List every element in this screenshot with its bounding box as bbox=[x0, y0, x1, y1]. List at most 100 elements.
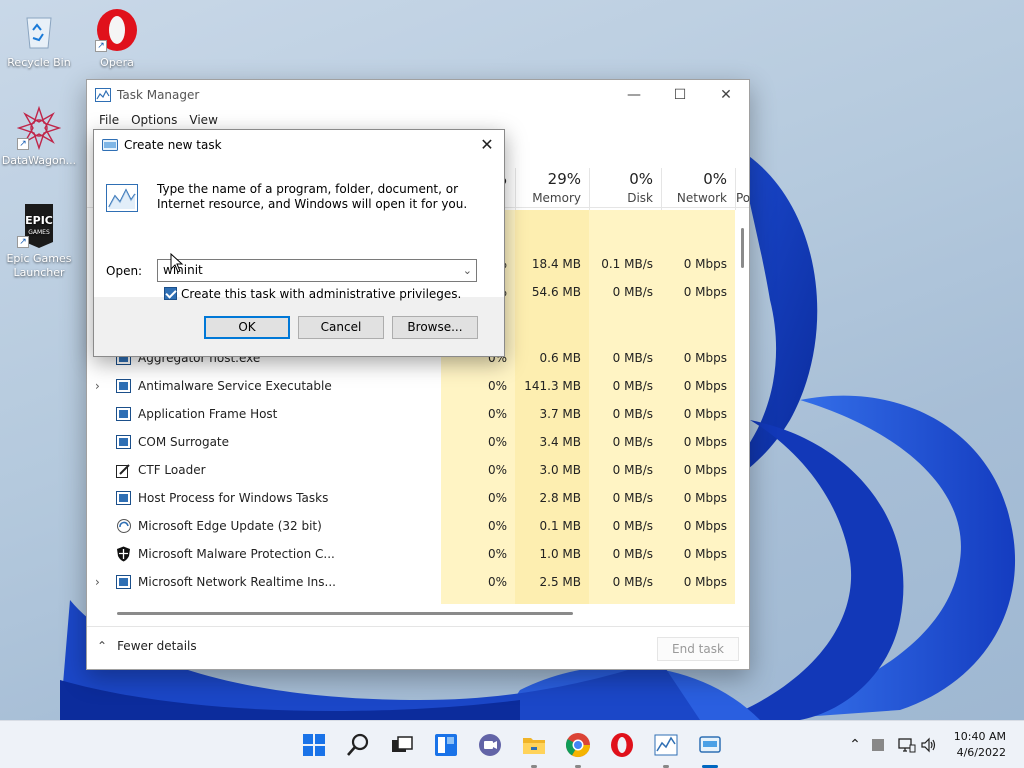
table-row[interactable]: Microsoft Malware Protection C... 0% 1.0… bbox=[87, 540, 735, 568]
task-manager-footer: ⌃ Fewer details End task bbox=[87, 626, 749, 671]
process-name: Host Process for Windows Tasks bbox=[138, 491, 329, 505]
chevron-up-icon: ⌃ bbox=[97, 639, 108, 653]
mouse-cursor-icon bbox=[170, 253, 184, 273]
opera-icon[interactable] bbox=[608, 731, 636, 759]
desktop-icon-label: Recycle Bin bbox=[7, 56, 71, 69]
file-explorer-icon[interactable] bbox=[520, 731, 548, 759]
menu-file[interactable]: File bbox=[93, 110, 125, 130]
process-name: Microsoft Malware Protection C... bbox=[138, 547, 335, 561]
ok-button[interactable]: OK bbox=[204, 316, 290, 339]
desktop-icon-recycle-bin[interactable]: Recycle Bin bbox=[0, 8, 78, 70]
close-button[interactable]: ✕ bbox=[703, 80, 749, 110]
system-tray: ⌃ bbox=[846, 721, 938, 768]
process-name: Microsoft Edge Update (32 bit) bbox=[138, 519, 322, 533]
disk-label: Disk bbox=[627, 191, 653, 205]
table-row[interactable]: › Microsoft Network Realtime Ins... 0% 2… bbox=[87, 568, 735, 596]
network-icon[interactable] bbox=[898, 737, 916, 753]
desktop-icon-label: Epic Games Launcher bbox=[6, 252, 72, 279]
table-row[interactable]: Application Frame Host 0% 3.7 MB 0 MB/s … bbox=[87, 400, 735, 428]
admin-privileges-checkbox[interactable] bbox=[164, 287, 177, 300]
opera-icon: ↗ bbox=[95, 8, 139, 52]
datawagon-icon: ↗ bbox=[16, 105, 62, 151]
taskbar: ⌃ 10:40 AM 4/6/2022 bbox=[0, 720, 1024, 768]
process-icon bbox=[116, 407, 131, 421]
dialog-body: Type the name of a program, folder, docu… bbox=[94, 160, 504, 301]
clock-date: 4/6/2022 bbox=[956, 746, 1006, 759]
desktop-icon-epic-games[interactable]: EPIC GAMES ↗ Epic Games Launcher bbox=[0, 204, 78, 280]
process-name: Application Frame Host bbox=[138, 407, 278, 421]
dialog-titlebar[interactable]: Create new task bbox=[94, 130, 504, 160]
vertical-scrollbar[interactable] bbox=[737, 168, 749, 604]
desktop-icon-opera[interactable]: ↗ Opera bbox=[78, 8, 156, 70]
disk-percent: 0% bbox=[629, 170, 653, 188]
task-view-icon[interactable] bbox=[388, 731, 416, 759]
table-row[interactable]: Host Process for Windows Tasks 0% 2.8 MB… bbox=[87, 484, 735, 512]
open-label: Open: bbox=[106, 264, 143, 278]
task-manager-icon[interactable] bbox=[652, 731, 680, 759]
process-name: COM Surrogate bbox=[138, 435, 230, 449]
process-name: CTF Loader bbox=[138, 463, 206, 477]
dialog-close-button[interactable]: ✕ bbox=[476, 134, 498, 156]
process-icon bbox=[116, 379, 131, 393]
fewer-details-button[interactable]: ⌃ Fewer details bbox=[97, 639, 197, 653]
process-icon bbox=[116, 491, 131, 505]
admin-privileges-label[interactable]: Create this task with administrative pri… bbox=[181, 287, 461, 301]
process-icon bbox=[116, 435, 131, 449]
network-label: Network bbox=[676, 191, 727, 205]
minimize-button[interactable]: — bbox=[611, 80, 657, 110]
shortcut-arrow-icon: ↗ bbox=[95, 40, 107, 52]
recycle-bin-icon bbox=[17, 8, 61, 52]
column-header-memory[interactable]: 29% Memory bbox=[515, 168, 589, 210]
fewer-details-label: Fewer details bbox=[117, 639, 197, 653]
task-manager-icon bbox=[95, 88, 111, 102]
menu-view[interactable]: View bbox=[183, 110, 223, 130]
menu-options[interactable]: Options bbox=[125, 110, 183, 130]
window-title: Task Manager bbox=[117, 88, 200, 102]
search-icon[interactable] bbox=[344, 731, 372, 759]
memory-label: Memory bbox=[532, 191, 581, 205]
chat-icon[interactable] bbox=[476, 731, 504, 759]
svg-text:EPIC: EPIC bbox=[25, 214, 53, 227]
process-name: Microsoft Network Realtime Ins... bbox=[138, 575, 336, 589]
epic-games-icon: EPIC GAMES ↗ bbox=[17, 204, 61, 248]
clock[interactable]: 10:40 AM 4/6/2022 bbox=[954, 729, 1006, 761]
tray-app-icon[interactable] bbox=[872, 739, 884, 751]
clock-time: 10:40 AM bbox=[953, 730, 1006, 743]
memory-percent: 29% bbox=[547, 170, 581, 188]
table-row[interactable]: › Antimalware Service Executable 0% 141.… bbox=[87, 372, 735, 400]
start-icon[interactable] bbox=[300, 731, 328, 759]
desktop-icon-label: DataWagon... bbox=[1, 154, 77, 167]
dialog-title: Create new task bbox=[124, 138, 222, 152]
open-combobox[interactable]: wininit ⌄ bbox=[157, 259, 477, 282]
widgets-icon[interactable] bbox=[432, 731, 460, 759]
chevron-up-icon[interactable]: ⌃ bbox=[846, 737, 864, 753]
table-row[interactable]: CTF Loader 0% 3.0 MB 0 MB/s 0 Mbps bbox=[87, 456, 735, 484]
run-dialog-icon[interactable] bbox=[696, 731, 724, 759]
task-manager-graph-icon bbox=[106, 184, 138, 212]
browse-button[interactable]: Browse... bbox=[392, 316, 478, 339]
horizontal-scrollbar[interactable] bbox=[117, 612, 573, 615]
run-dialog-icon bbox=[102, 139, 118, 151]
create-new-task-dialog: Create new task ✕ Type the name of a pro… bbox=[93, 129, 505, 357]
chevron-right-icon[interactable]: › bbox=[95, 568, 100, 596]
shield-icon bbox=[117, 546, 130, 562]
shortcut-arrow-icon: ↗ bbox=[17, 236, 29, 248]
scrollbar-thumb[interactable] bbox=[741, 228, 744, 268]
chevron-right-icon[interactable]: › bbox=[95, 372, 100, 400]
chevron-down-icon[interactable]: ⌄ bbox=[463, 260, 472, 281]
chrome-icon[interactable] bbox=[564, 731, 592, 759]
column-header-disk[interactable]: 0% Disk bbox=[589, 168, 661, 210]
shortcut-arrow-icon: ↗ bbox=[17, 138, 29, 150]
process-icon bbox=[116, 575, 131, 589]
table-row[interactable]: COM Surrogate 0% 3.4 MB 0 MB/s 0 Mbps bbox=[87, 428, 735, 456]
dialog-message: Type the name of a program, folder, docu… bbox=[157, 182, 468, 211]
volume-icon[interactable] bbox=[920, 737, 938, 753]
desktop-icon-datawagon[interactable]: ↗ DataWagon... bbox=[0, 105, 78, 168]
table-row[interactable]: Microsoft Edge Update (32 bit) 0% 0.1 MB… bbox=[87, 512, 735, 540]
column-header-network[interactable]: 0% Network bbox=[661, 168, 735, 210]
cancel-button[interactable]: Cancel bbox=[298, 316, 384, 339]
caption-buttons: — ☐ ✕ bbox=[611, 80, 749, 110]
end-task-button[interactable]: End task bbox=[657, 637, 739, 661]
desktop-icon-label: Opera bbox=[100, 56, 134, 69]
maximize-button[interactable]: ☐ bbox=[657, 80, 703, 110]
